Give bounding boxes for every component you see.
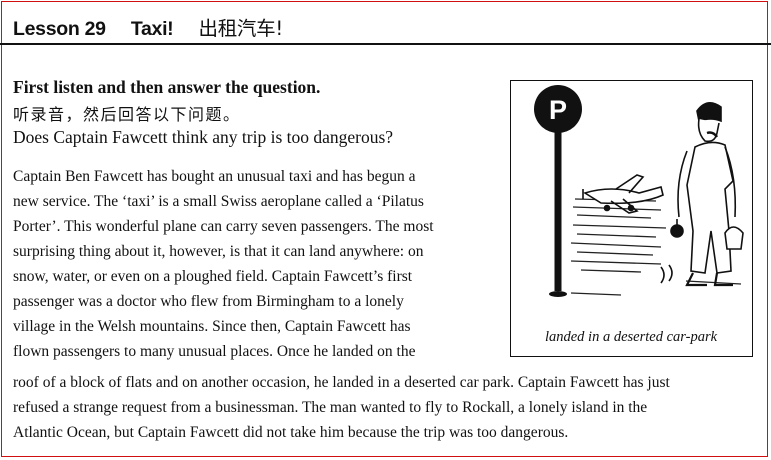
passage-line: Porter’. This wonderful plane can carry … [13, 218, 434, 235]
lesson-title-en: Taxi! [130, 18, 174, 40]
lesson-title-zh: 出租汽车! [198, 17, 284, 40]
passage-line: flown passengers to many unusual places.… [13, 343, 416, 360]
pilot-figure [660, 102, 744, 287]
parking-sign-letter: P [549, 95, 567, 125]
parking-sign-icon: P [534, 85, 582, 297]
passage-line: village in the Welsh mountains. Since th… [13, 318, 411, 335]
instruction-zh: 听录音，然后回答以下问题。 [13, 105, 241, 124]
illustration-caption: landed in a deserted car-park [544, 329, 718, 345]
passage-line: snow, water, or even on a ploughed field… [13, 268, 413, 285]
instruction-en: First listen and then answer the questio… [13, 77, 321, 97]
lesson-heading: Lesson 29 Taxi! 出租汽车! [13, 12, 303, 41]
passage-line: refused a strange request from a busines… [13, 399, 648, 416]
heading-rule [0, 43, 771, 45]
passage-line: Captain Ben Fawcett has bought an unusua… [13, 168, 416, 185]
passage-line: new service. The ‘taxi’ is a small Swiss… [13, 193, 424, 210]
passage-line: Atlantic Ocean, but Captain Fawcett did … [13, 424, 569, 441]
comprehension-question: Does Captain Fawcett think any trip is t… [13, 127, 394, 147]
passage-line: roof of a block of flats and on another … [13, 374, 670, 391]
passage-line: surprising thing about it, however, is t… [13, 243, 424, 260]
illustration-frame: P landed in a deserted car-park [510, 80, 753, 357]
passage-line: passenger was a doctor who flew from Bir… [13, 293, 404, 310]
lesson-number: Lesson 29 [13, 18, 106, 40]
pilot-carpark-illustration: P [534, 85, 744, 297]
